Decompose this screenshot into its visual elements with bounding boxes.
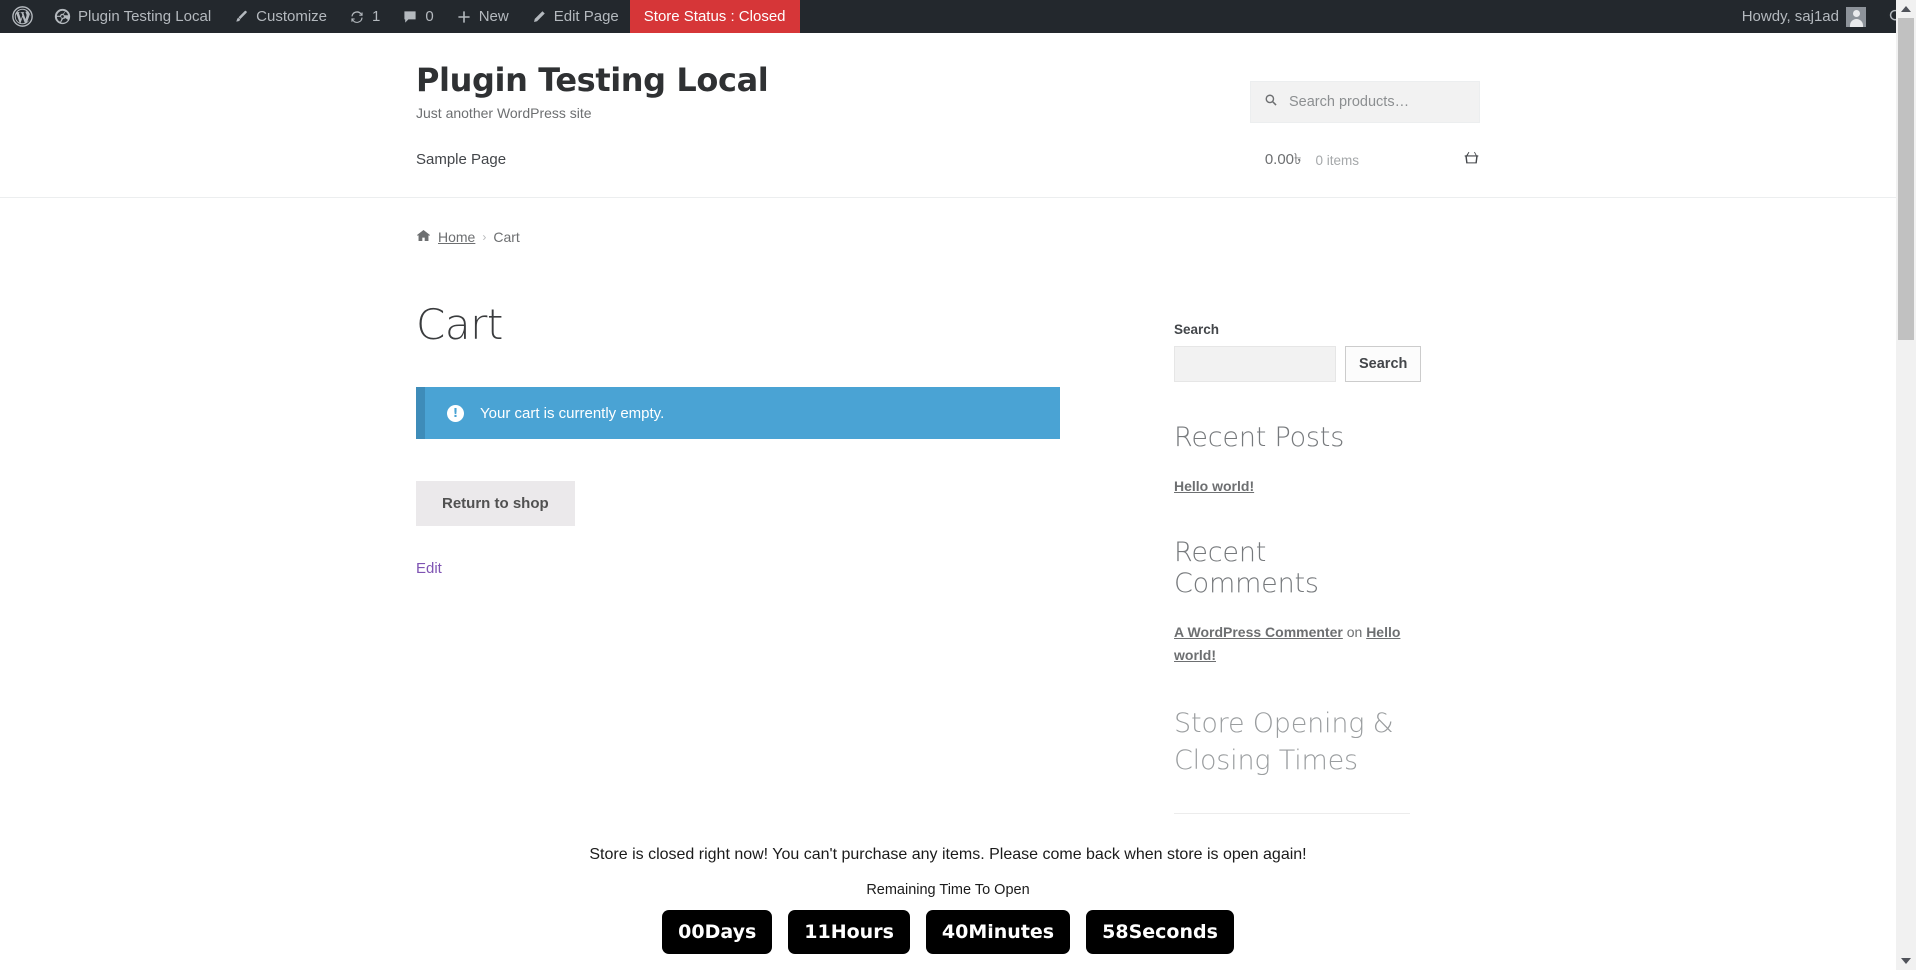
edit-page-link[interactable]: Edit [416,560,1130,577]
breadcrumb: Home › Cart [416,198,1480,246]
wordpress-logo-icon [12,6,33,27]
menu-item[interactable]: Sample Page [416,151,506,169]
page-title-site: Plugin Testing Local [416,61,769,99]
site-branding: Plugin Testing Local Just another WordPr… [416,61,769,121]
page-title: Cart [416,300,503,349]
scrollbar-up-arrow[interactable] [1896,0,1916,18]
cart-empty-notice-text: Your cart is currently empty. [480,404,665,422]
sidebar: Search Search Recent Posts Hello world! [1174,300,1422,854]
primary-navigation: Sample Page 0.00৳ 0 items [416,123,1480,197]
content-column: Cart ! Your cart is currently empty. Ret… [416,300,1130,854]
updates-count: 1 [372,8,381,25]
countdown-hours-unit: Hours [830,921,894,943]
widget-recent-posts: Recent Posts Hello world! [1174,422,1410,497]
return-to-shop-button[interactable]: Return to shop [416,481,575,526]
customize-button[interactable]: Customize [222,0,338,33]
edit-page-label: Edit Page [553,8,619,25]
comment-on-word: on [1346,624,1363,641]
recent-post-link[interactable]: Hello world! [1174,478,1254,494]
update-arrows-icon [349,9,365,25]
countdown-minutes-unit: Minutes [968,921,1055,943]
plus-icon [456,9,472,25]
recent-posts-title: Recent Posts [1174,422,1345,453]
comment-bubble-icon [402,9,418,25]
recent-posts-list: Hello world! [1174,475,1410,497]
page-scrollbar[interactable] [1896,0,1916,970]
site-name-button[interactable]: Plugin Testing Local [43,0,222,33]
header-row: Plugin Testing Local Just another WordPr… [416,61,1480,123]
cart-empty-notice: ! Your cart is currently empty. [416,387,1060,439]
comments-count: 0 [425,8,434,25]
site-header: Plugin Testing Local Just another WordPr… [0,33,1896,198]
wordpress-logo-button[interactable] [0,0,43,33]
updates-button[interactable]: 1 [338,0,391,33]
breadcrumb-current: Cart [493,229,520,245]
list-item[interactable]: A WordPress Commenter on Hello world! [1174,621,1410,666]
howdy-label: Howdy, saj1ad [1741,8,1839,25]
countdown-seconds-value: 58 [1102,921,1129,943]
home-icon [416,228,431,246]
sidebar-search-input[interactable] [1174,346,1336,382]
widget-recent-comments: Recent Comments A WordPress Commenter on… [1174,537,1410,666]
countdown-days-value: 00 [678,921,705,943]
store-status-badge[interactable]: Store Status : Closed [629,0,800,33]
countdown-days-unit: Days [704,921,757,943]
comment-author-link[interactable]: A WordPress Commenter [1174,624,1343,640]
store-closed-message: Store is closed right now! You can't pur… [589,846,1307,863]
cart-summary[interactable]: 0.00৳ 0 items [1265,148,1480,173]
adminbar-spacer [800,0,1731,33]
list-item[interactable]: Hello world! [1174,475,1410,497]
recent-comments-list: A WordPress Commenter on Hello world! [1174,621,1410,666]
scrollbar-thumb[interactable] [1898,18,1914,340]
widget-divider [1174,813,1410,815]
new-content-button[interactable]: New [445,0,520,33]
scrollbar-down-arrow[interactable] [1896,952,1916,970]
countdown-timer: 00 Days 11 Hours 40 Minutes 58 Seconds [0,910,1896,954]
main-area: Cart ! Your cart is currently empty. Ret… [416,246,1480,854]
breadcrumb-band: Home › Cart [0,198,1896,246]
recent-comments-title: Recent Comments [1174,537,1319,600]
product-search-box[interactable] [1250,81,1480,123]
info-circle-icon: ! [447,404,464,422]
breadcrumb-home-link[interactable]: Home [438,229,475,245]
breadcrumb-separator: › [482,230,487,244]
store-closed-bar: Store is closed right now! You can't pur… [0,846,1896,970]
cart-item-count: 0 items [1315,152,1359,168]
countdown-seconds: 58 Seconds [1086,910,1234,954]
adminbar-site-name-label: Plugin Testing Local [78,8,212,25]
countdown-minutes: 40 Minutes [925,910,1071,954]
customize-label: Customize [256,8,328,25]
new-label: New [478,8,509,25]
wp-admin-bar: Plugin Testing Local Customize 1 0 New E… [0,0,1916,33]
pencil-icon [531,9,547,25]
countdown-seconds-unit: Seconds [1128,921,1218,943]
menu-item-sample-page[interactable]: Sample Page [416,151,506,168]
widget-search: Search Search [1174,322,1422,382]
cart-amount: 0.00৳ [1264,150,1302,168]
my-account-button[interactable]: Howdy, saj1ad [1731,0,1877,33]
site-description: Just another WordPress site [416,105,592,121]
search-input[interactable] [1287,93,1466,111]
paintbrush-icon [233,9,249,25]
search-widget-title: Search [1174,322,1220,337]
adminbar-right-group: Howdy, saj1ad [1731,0,1916,33]
edit-page-button[interactable]: Edit Page [520,0,630,33]
site-container: Plugin Testing Local Just another WordPr… [0,33,1896,970]
dashboard-icon [54,8,71,25]
countdown-minutes-value: 40 [941,921,969,943]
user-avatar-icon [1846,6,1866,27]
search-icon [1264,93,1278,112]
widget-store-hours: Store Opening & Closing Times [1174,706,1410,815]
countdown-hours-value: 11 [804,921,831,943]
store-hours-title: Store Opening & Closing Times [1174,708,1394,776]
sidebar-search-button[interactable]: Search [1345,346,1422,382]
store-status-label: Store Status : Closed [643,8,786,25]
countdown-hours: 11 Hours [788,910,910,954]
remaining-time-label: Remaining Time To Open [866,882,1030,898]
menu-list: Sample Page [416,151,506,169]
countdown-days: 00 Days [662,910,773,954]
comments-button[interactable]: 0 [391,0,444,33]
search-widget-row: Search [1174,346,1422,382]
shopping-basket-icon[interactable] [1463,150,1480,171]
